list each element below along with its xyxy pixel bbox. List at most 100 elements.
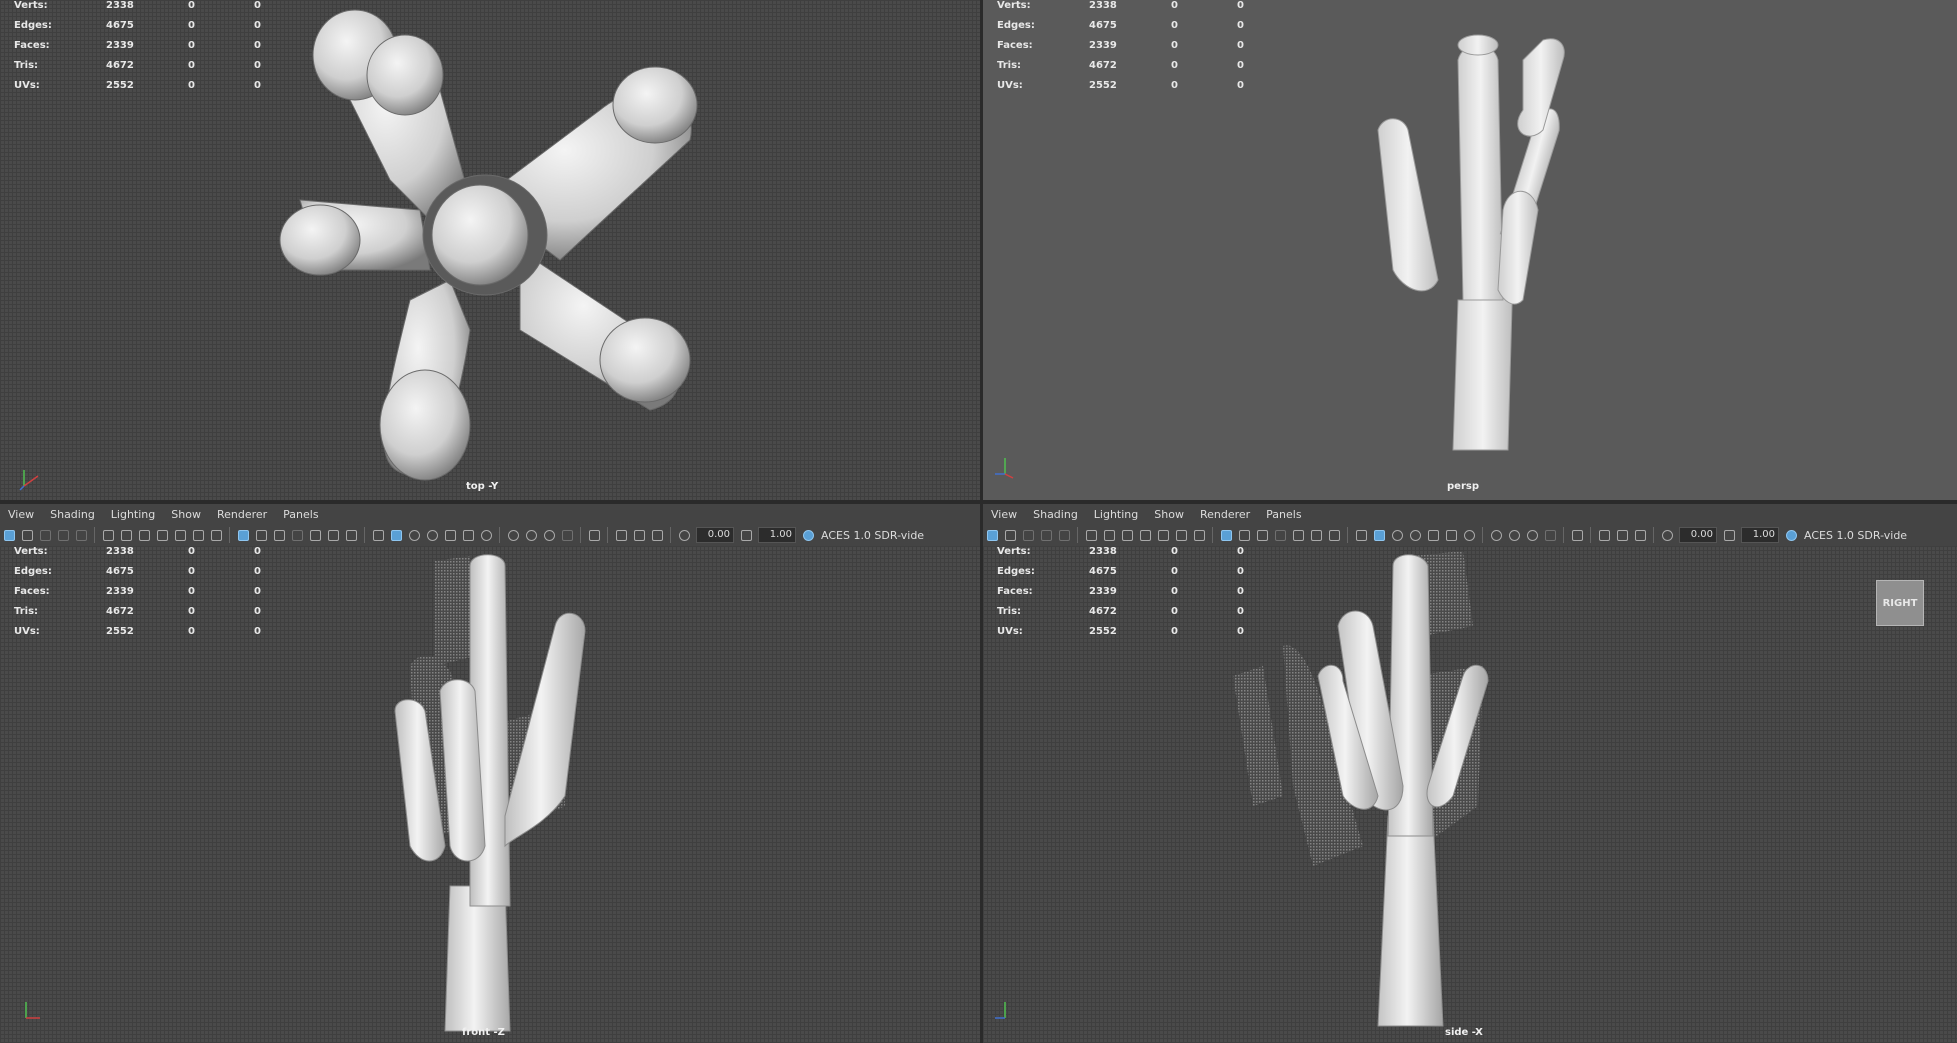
smooth-shade-icon[interactable] bbox=[389, 528, 403, 542]
bookmark-icon[interactable] bbox=[1021, 528, 1035, 542]
image-plane-icon[interactable] bbox=[1039, 528, 1053, 542]
film-gate-icon[interactable] bbox=[1237, 528, 1251, 542]
gate-mask-icon[interactable] bbox=[290, 528, 304, 542]
motion-blur-icon[interactable] bbox=[1507, 528, 1521, 542]
gamma-icon[interactable] bbox=[1722, 528, 1736, 542]
hud-value: 2552 bbox=[106, 80, 134, 91]
color-management-icon[interactable] bbox=[801, 528, 815, 542]
exposure-field[interactable]: 0.00 bbox=[696, 527, 734, 543]
motion-blur-icon[interactable] bbox=[524, 528, 538, 542]
textured-icon[interactable] bbox=[1426, 528, 1440, 542]
color-management-icon[interactable] bbox=[1784, 528, 1798, 542]
xray-icon[interactable] bbox=[614, 528, 628, 542]
shadows-icon[interactable] bbox=[479, 528, 493, 542]
menu-show[interactable]: Show bbox=[1154, 508, 1184, 521]
camera-attributes-icon[interactable] bbox=[1003, 528, 1017, 542]
exposure-field[interactable]: 0.00 bbox=[1679, 527, 1717, 543]
viewport-top[interactable]: Verts: 2338 0 0 Edges: 4675 0 0 Faces: 2339 0 0 T… bbox=[0, 0, 980, 500]
ambient-occlusion-icon[interactable] bbox=[506, 528, 520, 542]
isolate-select-icon[interactable] bbox=[1570, 528, 1584, 542]
menu-lighting[interactable]: Lighting bbox=[111, 508, 155, 521]
snapshot-icon[interactable] bbox=[137, 528, 151, 542]
menu-shading[interactable]: Shading bbox=[1033, 508, 1078, 521]
viewport-divider-horizontal[interactable] bbox=[0, 500, 1957, 504]
safe-action-icon[interactable] bbox=[326, 528, 340, 542]
gamma-field[interactable]: 1.00 bbox=[758, 527, 796, 543]
viewport-front[interactable]: Verts: 2338 0 0 Edges: 4675 0 0 Faces: 2339 0 0 T… bbox=[0, 546, 980, 1043]
xray-joints-icon[interactable] bbox=[632, 528, 646, 542]
menu-shading[interactable]: Shading bbox=[50, 508, 95, 521]
wireframe-icon[interactable] bbox=[1354, 528, 1368, 542]
wireframe-icon[interactable] bbox=[371, 528, 385, 542]
xray-components-icon[interactable] bbox=[1633, 528, 1647, 542]
gate-mask-icon[interactable] bbox=[1273, 528, 1287, 542]
grid-toggle-icon[interactable] bbox=[1219, 528, 1233, 542]
anti-aliasing-icon[interactable] bbox=[1525, 528, 1539, 542]
menu-panels[interactable]: Panels bbox=[283, 508, 318, 521]
select-camera-icon[interactable] bbox=[985, 528, 999, 542]
ambient-occlusion-icon[interactable] bbox=[1489, 528, 1503, 542]
safe-action-icon[interactable] bbox=[1309, 528, 1323, 542]
film-gate-icon[interactable] bbox=[254, 528, 268, 542]
view-transform-label[interactable]: ACES 1.0 SDR-vide bbox=[821, 529, 924, 542]
resolution-gate-icon[interactable] bbox=[1255, 528, 1269, 542]
wireframe-on-shaded-icon[interactable] bbox=[425, 528, 439, 542]
pen-icon[interactable] bbox=[173, 528, 187, 542]
menu-lighting[interactable]: Lighting bbox=[1094, 508, 1138, 521]
depth-of-field-icon[interactable] bbox=[560, 528, 574, 542]
camera-lock-icon[interactable] bbox=[119, 528, 133, 542]
camera-attributes-icon[interactable] bbox=[20, 528, 34, 542]
safe-title-icon[interactable] bbox=[1327, 528, 1341, 542]
xray-joints-icon[interactable] bbox=[1615, 528, 1629, 542]
grease-pencil-icon[interactable] bbox=[1084, 528, 1098, 542]
field-chart-icon[interactable] bbox=[1291, 528, 1305, 542]
grease-pencil-icon[interactable] bbox=[101, 528, 115, 542]
exposure-icon[interactable] bbox=[677, 528, 691, 542]
bookmark-icon[interactable] bbox=[38, 528, 52, 542]
shadows-icon[interactable] bbox=[1462, 528, 1476, 542]
wireframe-on-shaded-icon[interactable] bbox=[1408, 528, 1422, 542]
default-material-icon[interactable] bbox=[407, 528, 421, 542]
brush-icon[interactable] bbox=[209, 528, 223, 542]
two-d-pan-icon[interactable] bbox=[74, 528, 88, 542]
camera-lock-icon[interactable] bbox=[1102, 528, 1116, 542]
textured-icon[interactable] bbox=[443, 528, 457, 542]
flag-icon[interactable] bbox=[1138, 528, 1152, 542]
select-camera-icon[interactable] bbox=[2, 528, 16, 542]
two-d-pan-icon[interactable] bbox=[1057, 528, 1071, 542]
brush-icon[interactable] bbox=[1192, 528, 1206, 542]
smooth-shade-icon[interactable] bbox=[1372, 528, 1386, 542]
xray-icon[interactable] bbox=[1597, 528, 1611, 542]
viewport-side[interactable]: Verts: 2338 0 0 Edges: 4675 0 0 Faces: 2339 0 0 T… bbox=[983, 546, 1957, 1043]
grid-toggle-icon[interactable] bbox=[236, 528, 250, 542]
use-lights-icon[interactable] bbox=[461, 528, 475, 542]
menu-renderer[interactable]: Renderer bbox=[1200, 508, 1250, 521]
image-plane-icon[interactable] bbox=[56, 528, 70, 542]
viewport-divider-vertical[interactable] bbox=[980, 0, 983, 1043]
isolate-select-icon[interactable] bbox=[587, 528, 601, 542]
menu-renderer[interactable]: Renderer bbox=[217, 508, 267, 521]
resolution-gate-icon[interactable] bbox=[272, 528, 286, 542]
exposure-icon[interactable] bbox=[1660, 528, 1674, 542]
menu-show[interactable]: Show bbox=[171, 508, 201, 521]
view-transform-label[interactable]: ACES 1.0 SDR-vide bbox=[1804, 529, 1907, 542]
pen-icon[interactable] bbox=[1156, 528, 1170, 542]
depth-of-field-icon[interactable] bbox=[1543, 528, 1557, 542]
menu-view[interactable]: View bbox=[991, 508, 1017, 521]
menu-view[interactable]: View bbox=[8, 508, 34, 521]
xray-components-icon[interactable] bbox=[650, 528, 664, 542]
view-cube-right[interactable]: RIGHT bbox=[1876, 580, 1924, 626]
safe-title-icon[interactable] bbox=[344, 528, 358, 542]
anti-aliasing-icon[interactable] bbox=[542, 528, 556, 542]
aperture-icon[interactable] bbox=[1174, 528, 1188, 542]
snapshot-icon[interactable] bbox=[1120, 528, 1134, 542]
default-material-icon[interactable] bbox=[1390, 528, 1404, 542]
field-chart-icon[interactable] bbox=[308, 528, 322, 542]
gamma-field[interactable]: 1.00 bbox=[1741, 527, 1779, 543]
flag-icon[interactable] bbox=[155, 528, 169, 542]
aperture-icon[interactable] bbox=[191, 528, 205, 542]
viewport-persp[interactable]: Verts: 2338 0 0 Edges: 4675 0 0 Faces: 2339 0 0 T… bbox=[983, 0, 1957, 500]
gamma-icon[interactable] bbox=[739, 528, 753, 542]
menu-panels[interactable]: Panels bbox=[1266, 508, 1301, 521]
use-lights-icon[interactable] bbox=[1444, 528, 1458, 542]
